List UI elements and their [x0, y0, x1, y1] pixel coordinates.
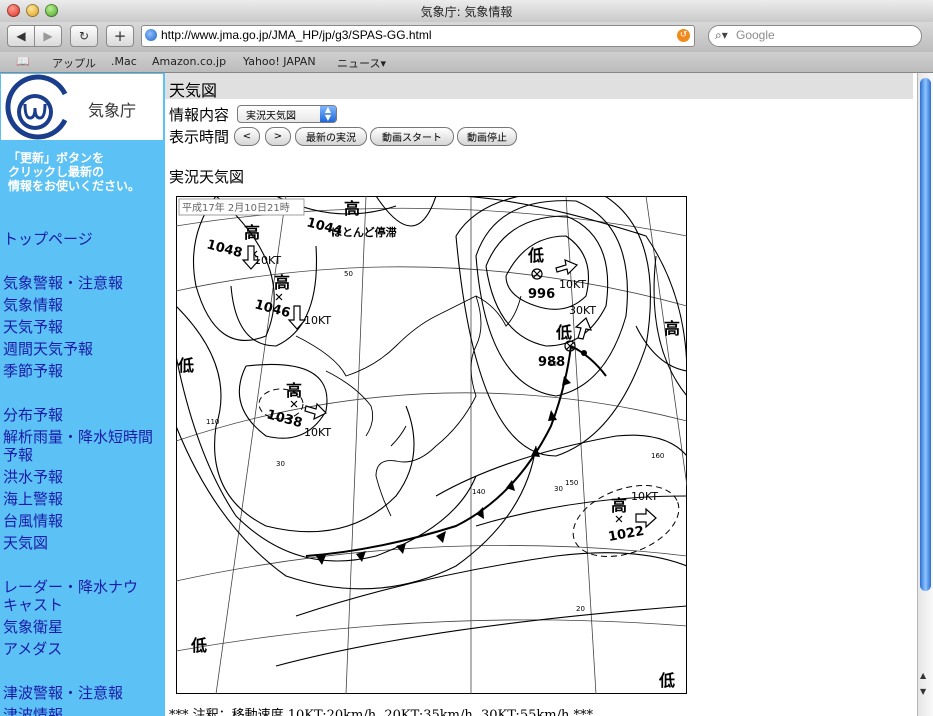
nav-marine-warnings[interactable]: 海上警報 — [3, 490, 63, 508]
nav-weekly-forecast[interactable]: 週間天気予報 — [3, 340, 93, 358]
browser-toolbar: ◀ ▶ ↻ + http://www.jma.go.jp/JMA_HP/jp/g… — [0, 22, 933, 52]
latitude-label: 20 — [576, 605, 585, 613]
speed-label: 10KT — [631, 490, 658, 503]
reload-button[interactable]: ↻ — [70, 25, 98, 47]
speed-label: 10KT — [559, 278, 586, 291]
nav-flood-forecast[interactable]: 洪水予報 — [3, 468, 63, 486]
update-notice: 「更新」ボタンを クリックし最新の 情報をお使いください。 — [8, 151, 140, 193]
longitude-label: 150 — [565, 479, 578, 487]
low-label: 低 — [555, 323, 572, 342]
map-subtitle: 実況天気図 — [169, 168, 245, 186]
address-bar[interactable]: http://www.jma.go.jp/JMA_HP/jp/g3/SPAS-G… — [141, 25, 695, 47]
nav-rainfall-analysis-cont[interactable]: 予報 — [3, 446, 33, 464]
update-notice-line: クリックし最新の — [8, 165, 105, 179]
main-content: 天気図 情報内容 実況天気図 ▲ ▼ 表示時間 < > 最新の実況 動画スタート … — [165, 73, 917, 716]
jma-logo-panel[interactable]: 気象庁 — [1, 74, 163, 140]
bookmark-yahoo[interactable]: Yahoo! JAPAN — [243, 55, 316, 68]
search-icon: ⌕▾ — [715, 28, 728, 42]
search-placeholder: Google — [736, 28, 775, 42]
low-label: 低 — [527, 246, 544, 265]
info-label: 情報内容 — [169, 106, 230, 124]
speed-label: 10KT — [304, 426, 331, 439]
high-label: 高 — [274, 273, 290, 292]
latest-button[interactable]: 最新の実況 — [295, 127, 367, 146]
search-field[interactable]: ⌕▾ Google — [708, 25, 922, 47]
nav-forecast[interactable]: 天気予報 — [3, 318, 63, 336]
longitude-label: 110 — [206, 418, 219, 426]
update-notice-line: 情報をお使いください。 — [8, 179, 141, 193]
animation-start-button[interactable]: 動画スタート — [370, 127, 454, 146]
nav-amedas[interactable]: アメダス — [3, 640, 62, 658]
low-label: 低 — [658, 671, 675, 690]
latitude-label: 40 — [548, 360, 557, 368]
nav-weather-map[interactable]: 天気図 — [3, 534, 48, 552]
latitude-label: 50 — [344, 270, 353, 278]
nav-typhoon-info[interactable]: 台風情報 — [3, 512, 63, 530]
nav-tsunami-info[interactable]: 津波情報 — [3, 706, 63, 716]
speed-label: 30KT — [569, 304, 596, 317]
map-timestamp: 平成17年 2月10日21時 — [182, 201, 290, 214]
forward-button[interactable]: ▶ — [34, 25, 62, 47]
scroll-down-icon[interactable]: ▼ — [920, 687, 926, 696]
bookmark-apple[interactable]: アップル — [52, 55, 96, 71]
bookmarks-book-icon[interactable]: 📖 — [16, 55, 30, 68]
jma-logo-icon — [5, 74, 68, 140]
high-label: 高 — [244, 223, 260, 242]
bookmark-news[interactable]: ニュース▾ — [337, 55, 386, 71]
nav-radar-nowcast-cont[interactable]: キャスト — [3, 596, 63, 614]
nav-warnings[interactable]: 気象警報・注意報 — [3, 274, 123, 292]
next-time-button[interactable]: > — [265, 127, 291, 146]
nav-satellite[interactable]: 気象衛星 — [3, 618, 63, 636]
nav-radar-nowcast[interactable]: レーダー・降水ナウ — [3, 578, 138, 596]
latitude-label: 30 — [276, 460, 285, 468]
map-footnote: *** 注釈：移動速度 10KT:20km/h, 20KT:35km/h, 30… — [169, 708, 593, 716]
sidebar: 気象庁 「更新」ボタンを クリックし最新の 情報をお使いください。 トップページ… — [0, 73, 165, 716]
high-label: 高 — [664, 319, 680, 338]
high-label: 高 — [344, 199, 360, 218]
jma-name: 気象庁 — [88, 101, 137, 120]
longitude-label: 140 — [472, 488, 485, 496]
longitude-label: 160 — [651, 452, 664, 460]
info-select[interactable]: 実況天気図 ▲ ▼ — [237, 105, 337, 123]
latitude-label: 30 — [554, 485, 563, 493]
high-label: 高 — [611, 496, 627, 515]
page-scrollbar[interactable]: ▲ ▼ — [917, 73, 933, 716]
site-icon — [145, 29, 157, 41]
speed-label: 10KT — [304, 314, 331, 327]
bookmark-mac[interactable]: .Mac — [111, 55, 137, 68]
window-titlebar: 気象庁: 気象情報 — [0, 0, 933, 23]
scrollbar-thumb[interactable] — [920, 78, 931, 591]
prev-time-button[interactable]: < — [234, 127, 260, 146]
update-notice-line: 「更新」ボタンを — [8, 151, 105, 165]
back-button[interactable]: ◀ — [7, 25, 35, 47]
nav-seasonal-forecast[interactable]: 季節予報 — [3, 362, 63, 380]
add-bookmark-button[interactable]: + — [106, 25, 134, 47]
scroll-up-icon[interactable]: ▲ — [920, 671, 926, 680]
nav-weather-info[interactable]: 気象情報 — [3, 296, 63, 314]
low-label: 低 — [177, 356, 194, 375]
window-title: 気象庁: 気象情報 — [420, 5, 513, 19]
animation-stop-button[interactable]: 動画停止 — [457, 127, 517, 146]
low-label: 低 — [190, 636, 207, 655]
select-arrows-icon: ▲ ▼ — [320, 106, 336, 122]
snapback-icon[interactable]: ↺ — [677, 29, 690, 42]
weather-map: 平成17年 2月10日21時 ほとんど停滞 高 1048 10KT 高 1044… — [176, 196, 687, 694]
address-text: http://www.jma.go.jp/JMA_HP/jp/g3/SPAS-G… — [161, 28, 432, 42]
page-title: 天気図 — [169, 81, 218, 100]
warm-front-marker — [581, 350, 587, 356]
time-label: 表示時間 — [169, 128, 230, 146]
nav-rainfall-analysis[interactable]: 解析雨量・降水短時間 — [3, 428, 153, 446]
nav-top-page[interactable]: トップページ — [3, 230, 93, 248]
nav-tsunami-warnings[interactable]: 津波警報・注意報 — [3, 684, 123, 702]
bookmarks-bar: 📖 アップル .Mac Amazon.co.jp Yahoo! JAPAN ニュ… — [0, 52, 933, 73]
high-label: 高 — [286, 381, 302, 400]
nav-distribution-forecast[interactable]: 分布予報 — [3, 406, 63, 424]
page-header: 天気図 — [165, 73, 913, 100]
info-select-value: 実況天気図 — [246, 111, 296, 122]
pressure-996: 996 — [528, 287, 555, 302]
bookmark-amazon[interactable]: Amazon.co.jp — [152, 55, 226, 68]
